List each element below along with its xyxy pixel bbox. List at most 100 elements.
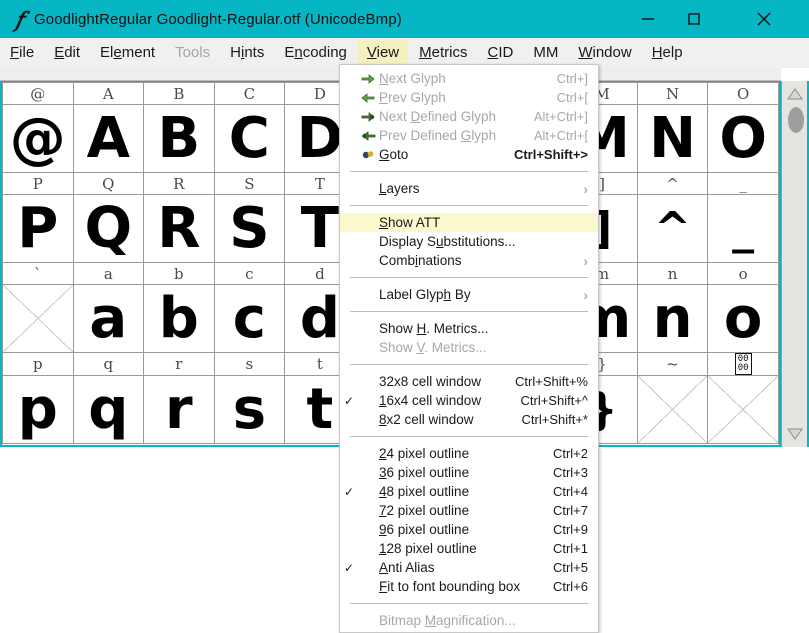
menu-item-fit-to-font-bounding-box[interactable]: Fit to font bounding box Ctrl+6	[340, 577, 598, 596]
glyph-cell[interactable]: N	[636, 104, 709, 173]
glyph-cell[interactable]: p	[2, 375, 74, 444]
glyph-label-cell: _	[707, 172, 779, 195]
glyph-label-cell: O	[707, 82, 779, 105]
menu-item-128-pixel-outline[interactable]: 128 pixel outline Ctrl+1	[340, 539, 598, 558]
glyph-cell[interactable]: C	[213, 104, 286, 173]
view-menu-popup[interactable]: Next Glyph Ctrl+] Prev Glyph Ctrl+[Next Def…	[339, 64, 599, 633]
glyph-cell[interactable]: B	[143, 104, 215, 173]
glyph-render: c	[232, 285, 266, 351]
menu-item-16x4-cell-window[interactable]: ✓ 16x4 cell window Ctrl+Shift+^	[340, 391, 598, 410]
glyph-cell[interactable]: ^	[636, 194, 709, 263]
minimize-icon[interactable]	[625, 0, 671, 38]
menu-item-8x2-cell-window[interactable]: 8x2 cell window Ctrl+Shift+*	[340, 410, 598, 429]
menu-item-label: Show H. Metrics...	[379, 321, 489, 336]
glyph-cell[interactable]	[707, 375, 779, 444]
glyph-cell[interactable]: s	[213, 375, 286, 444]
triangle-down-icon[interactable]	[782, 423, 808, 445]
menu-item-combinations[interactable]: Combinations ›	[340, 251, 598, 270]
glyph-cell[interactable]: r	[143, 375, 215, 444]
menu-item-goto[interactable]: Goto Ctrl+Shift+>	[340, 145, 598, 164]
glyph-cell[interactable]: @	[2, 104, 74, 173]
glyph-render: A	[86, 105, 130, 171]
glyph-render: P	[17, 195, 59, 261]
menu-item-32x8-cell-window[interactable]: 32x8 cell window Ctrl+Shift+%	[340, 372, 598, 391]
glyph-label-cell: r	[143, 352, 215, 376]
menu-item-24-pixel-outline[interactable]: 24 pixel outline Ctrl+2	[340, 444, 598, 463]
menu-item-48-pixel-outline[interactable]: ✓ 48 pixel outline Ctrl+4	[340, 482, 598, 501]
menubar-item-cid[interactable]: CID	[478, 40, 522, 66]
menu-item-72-pixel-outline[interactable]: 72 pixel outline Ctrl+7	[340, 501, 598, 520]
menubar-item-edit[interactable]: Edit	[45, 40, 89, 66]
menu-item-display-substitutions[interactable]: Display Substitutions...	[340, 232, 598, 251]
menu-item-label: Combinations	[379, 253, 462, 268]
menubar-item-hints[interactable]: Hints	[221, 40, 273, 66]
menu-separator	[350, 277, 588, 278]
menu-item-shortcut: Ctrl+2	[552, 446, 588, 461]
arrow-left-defined-icon	[358, 130, 378, 142]
glyph-label-cell: Q	[72, 172, 145, 195]
glyph-cell[interactable]: b	[143, 284, 215, 353]
glyph-render: s	[232, 376, 267, 442]
glyph-render: B	[157, 105, 201, 171]
menu-item-anti-alias[interactable]: ✓ Anti Alias Ctrl+5	[340, 558, 598, 577]
menu-item-label: Display Substitutions...	[379, 234, 516, 249]
triangle-up-icon[interactable]	[782, 83, 808, 105]
glyph-cell[interactable]: a	[72, 284, 145, 353]
menu-item-shortcut: Ctrl+Shift+>	[513, 147, 588, 162]
menu-item-36-pixel-outline[interactable]: 36 pixel outline Ctrl+3	[340, 463, 598, 482]
menubar-item-view[interactable]: View	[357, 39, 409, 66]
glyph-cell[interactable]: O	[707, 104, 779, 173]
menu-item-label-glyph-by[interactable]: Label Glyph By ›	[340, 285, 598, 304]
menubar-item-tools: Tools	[175, 43, 211, 61]
empty-glyph-marker	[3, 285, 73, 352]
scroll-thumb[interactable]	[788, 107, 804, 133]
menu-item-layers[interactable]: Layers ›	[340, 179, 598, 198]
glyph-cell[interactable]: q	[72, 375, 145, 444]
glyph-render: p	[17, 376, 58, 442]
glyph-label-cell: A	[72, 82, 145, 105]
glyph-cell[interactable]: c	[213, 284, 286, 353]
glyph-render: b	[158, 285, 199, 351]
glyph-label-cell: @	[2, 82, 74, 105]
empty-glyph-marker	[637, 376, 708, 443]
menu-item-prev-glyph: Prev Glyph Ctrl+[	[340, 88, 598, 107]
menu-item-show-h-metrics[interactable]: Show H. Metrics...	[340, 319, 598, 338]
menu-item-show-att[interactable]: Show ATT	[340, 213, 598, 232]
glyph-render: Q	[84, 195, 133, 261]
menubar-item-file[interactable]: File	[1, 40, 43, 66]
maximize-icon[interactable]	[671, 0, 717, 38]
menu-item-shortcut: Ctrl+[	[556, 90, 588, 105]
glyph-cell[interactable]: Q	[72, 194, 145, 263]
glyph-cell[interactable]: _	[707, 194, 779, 263]
glyph-cell[interactable]	[636, 375, 709, 444]
menubar-item-help[interactable]: Help	[643, 40, 692, 66]
menu-item-96-pixel-outline[interactable]: 96 pixel outline Ctrl+9	[340, 520, 598, 539]
glyph-render: n	[652, 285, 693, 351]
glyph-cell[interactable]: o	[707, 284, 779, 353]
close-icon[interactable]	[741, 0, 787, 38]
glyph-cell[interactable]: R	[143, 194, 215, 263]
menubar-item-element[interactable]: Element	[91, 40, 164, 66]
fontforge-f-icon: 𝑓	[15, 6, 23, 32]
menubar-item-mm[interactable]: MM	[524, 40, 567, 66]
menubar-item-metrics[interactable]: Metrics	[410, 40, 476, 66]
glyph-render: C	[228, 105, 270, 171]
glyph-cell[interactable]: A	[72, 104, 145, 173]
menu-item-shortcut: Ctrl+3	[552, 465, 588, 480]
glyph-cell[interactable]	[2, 284, 74, 353]
glyph-cell[interactable]: P	[2, 194, 74, 263]
glyph-render: q	[88, 376, 129, 442]
glyph-label-cell: 00 00	[707, 352, 779, 376]
vertical-scrollbar[interactable]	[781, 81, 809, 447]
menu-separator	[350, 436, 588, 437]
goto-icon	[358, 149, 378, 161]
glyph-cell[interactable]: n	[636, 284, 709, 353]
glyph-render: a	[89, 285, 128, 351]
glyph-label-cell: S	[213, 172, 286, 195]
menu-item-label: Show ATT	[379, 215, 441, 230]
glyph-cell[interactable]: S	[213, 194, 286, 263]
menubar-item-encoding[interactable]: Encoding	[275, 40, 356, 66]
menubar-item-window[interactable]: Window	[569, 40, 640, 66]
menu-item-label: 96 pixel outline	[379, 522, 470, 537]
glyph-render: _	[732, 202, 755, 254]
